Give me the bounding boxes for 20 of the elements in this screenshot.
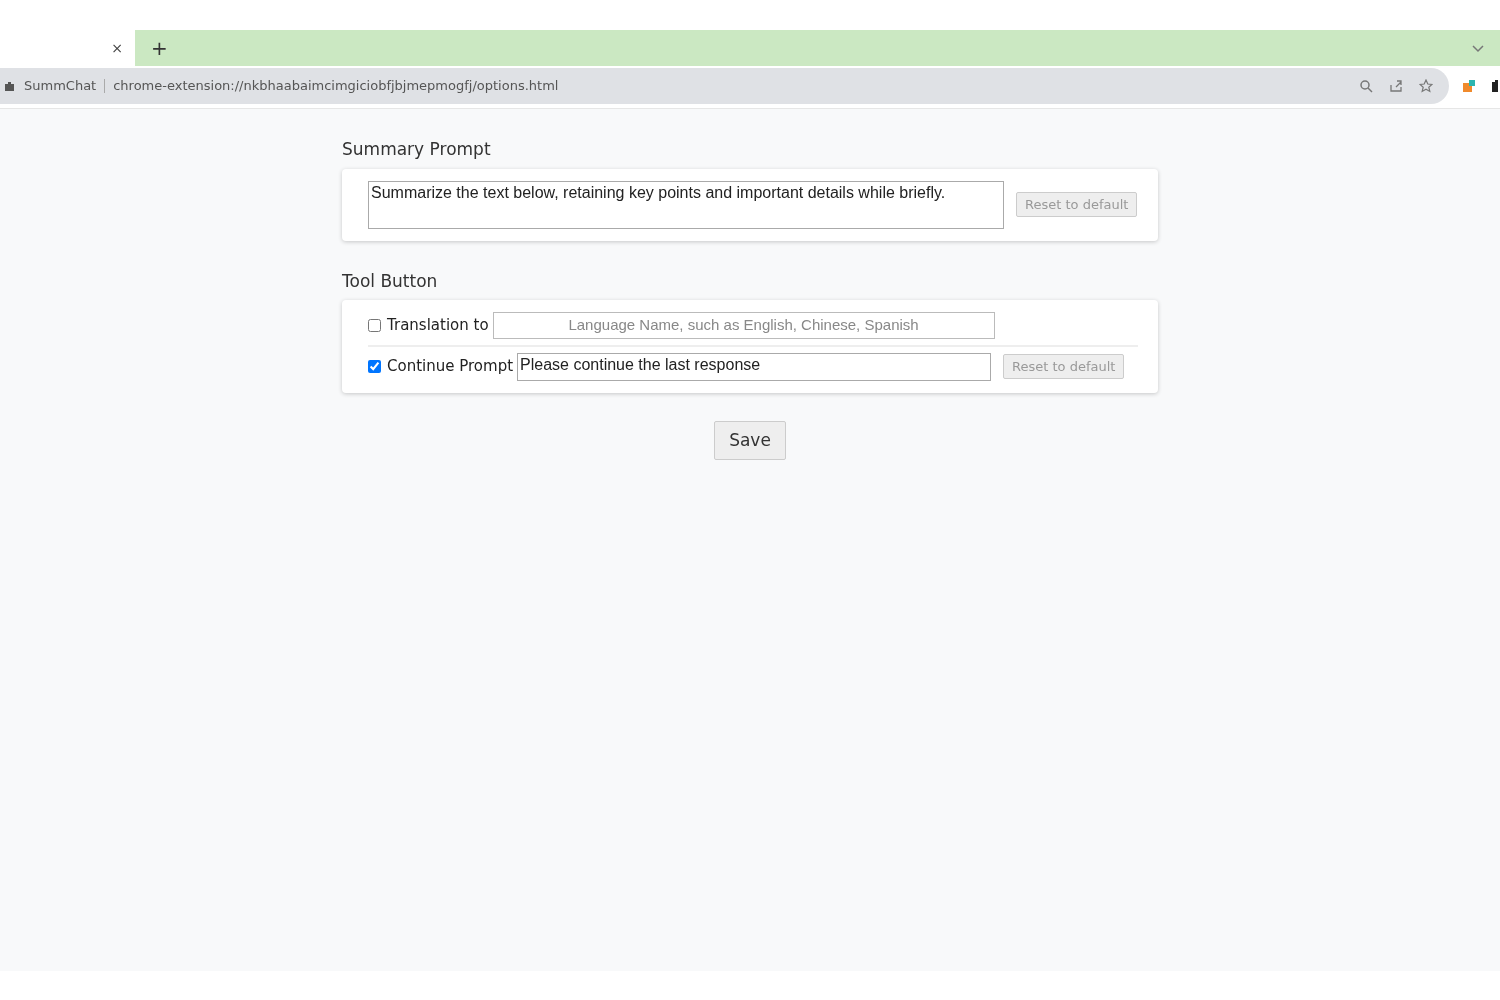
option-label: Translation to	[387, 315, 489, 336]
zoom-icon[interactable]	[1359, 79, 1373, 93]
extension-icon[interactable]	[1462, 79, 1476, 93]
save-button[interactable]: Save	[714, 420, 786, 460]
url-text: chrome-extension://nkbhaabaimcimgiciobfjbjmepmogfj/options.html	[113, 77, 559, 96]
section-title: Tool Button	[342, 269, 439, 293]
checkbox[interactable]	[368, 318, 381, 332]
prompt-text-area[interactable]: Please continue the last response	[517, 352, 992, 381]
language-input-field[interactable]: Language Name, such as English, Chinese, Spanish	[492, 312, 995, 339]
chevron-down-icon[interactable]	[1472, 44, 1484, 53]
checkbox[interactable]	[368, 360, 381, 373]
new-tab-button[interactable]: +	[151, 33, 168, 63]
share-icon[interactable]	[1389, 79, 1403, 93]
prompt-text-area[interactable]: Summarize the text below, retaining key points and important details while briefly.	[368, 180, 1004, 229]
star-icon[interactable]	[1419, 79, 1433, 93]
site-name: SummChat	[24, 77, 97, 96]
tab-close-button[interactable]: ×	[111, 37, 123, 59]
option-label: Continue Prompt	[387, 356, 514, 378]
address-bar[interactable]: SummChat chrome-extension://nkbhaabaimcimgiciobfjbjmepmogfj/options.html	[0, 68, 1449, 104]
section-title: Summary Prompt	[342, 138, 492, 161]
